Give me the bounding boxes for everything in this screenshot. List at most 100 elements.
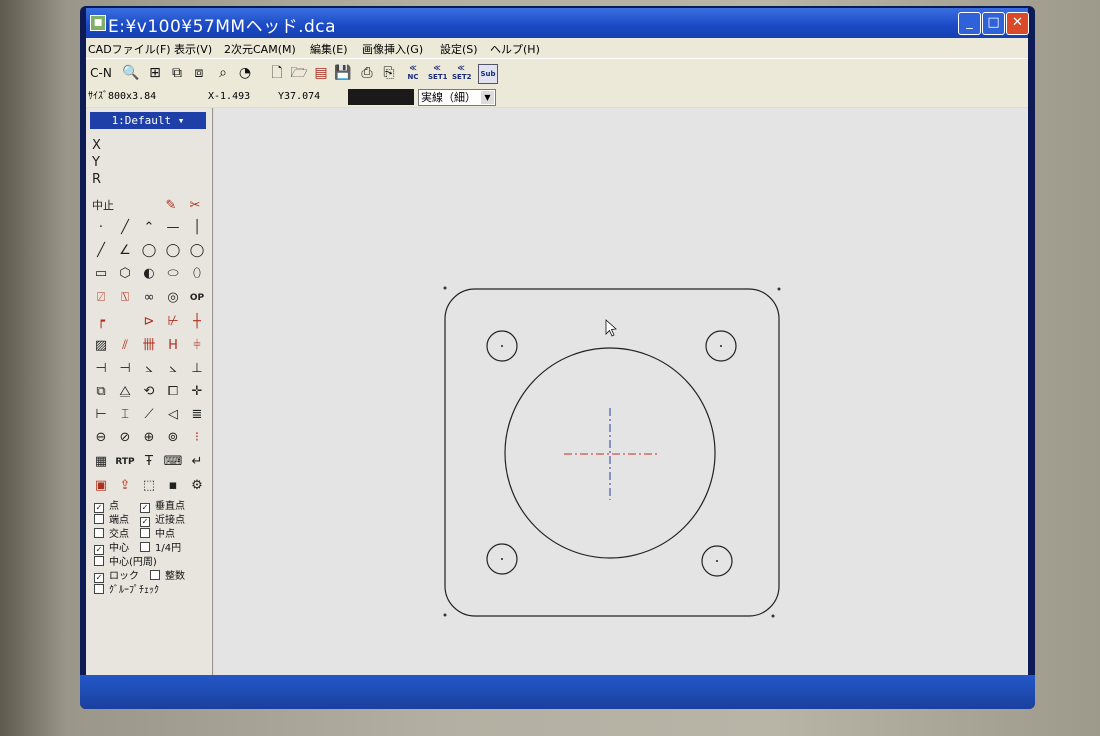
menu-help[interactable]: ヘルプ(H): [490, 41, 540, 57]
pan-button[interactable]: ⧈: [190, 64, 208, 82]
scissors-tool[interactable]: ✂: [184, 196, 206, 216]
line-type-select[interactable]: 実線（細） ▼: [418, 89, 496, 106]
trim-tool[interactable]: ┍: [90, 312, 112, 332]
break-tool[interactable]: ⊬: [162, 312, 184, 332]
snap-angle-tool[interactable]: ⦣: [138, 359, 160, 379]
snap-midpoint-option[interactable]: 中点: [140, 528, 175, 541]
grid-button[interactable]: ⊞: [146, 64, 164, 82]
snap-perpendicular-option[interactable]: ✓ 垂直点: [140, 500, 185, 513]
circle-3p-tool[interactable]: ◯: [162, 241, 184, 261]
mirror-tool[interactable]: ⧋: [114, 382, 136, 402]
snap-point-option[interactable]: ✓ 点: [94, 500, 119, 513]
snap-center-option[interactable]: ✓ 中心: [94, 542, 129, 555]
upload-tool[interactable]: ⇪: [114, 476, 136, 496]
close-button[interactable]: ✕: [1006, 12, 1029, 35]
cn-button[interactable]: C-N: [88, 64, 114, 82]
redraw-button[interactable]: ⌕: [214, 64, 232, 82]
angle-line-tool[interactable]: ╱: [90, 241, 112, 261]
text-edit-tool[interactable]: ⌨: [162, 452, 184, 472]
checkbox[interactable]: [140, 528, 150, 538]
checkbox[interactable]: ✓: [140, 503, 150, 513]
checkbox[interactable]: ✓: [94, 503, 104, 513]
snap-lock-option[interactable]: ✓ ロック: [94, 570, 139, 583]
angle-tool[interactable]: ∠: [114, 241, 136, 261]
checkbox[interactable]: [94, 584, 104, 594]
ellipse-arc-tool[interactable]: ⬯: [186, 264, 208, 284]
snap-center-circumference-option[interactable]: 中心(円周): [94, 556, 157, 569]
maximize-button[interactable]: □: [982, 12, 1005, 35]
open-file-button[interactable]: 🗁: [290, 64, 308, 82]
rotate-tool[interactable]: ⟲: [138, 382, 160, 402]
group-tool[interactable]: ▣: [90, 476, 112, 496]
offset-tool[interactable]: ∞: [138, 288, 160, 308]
menu-view[interactable]: 表示(V): [174, 41, 212, 57]
line-tool[interactable]: ╱: [114, 218, 136, 238]
minimize-button[interactable]: _: [958, 12, 981, 35]
rtp-button[interactable]: RTP: [114, 452, 136, 472]
dimension-v-tool[interactable]: H: [162, 336, 184, 356]
ellipse-tool[interactable]: ⬭: [162, 264, 184, 284]
save-button[interactable]: 💾: [334, 64, 352, 82]
checkbox[interactable]: ✓: [140, 517, 150, 527]
snap-intersection-option[interactable]: 交点: [94, 528, 129, 541]
query-list-tool[interactable]: ⁝: [186, 428, 208, 448]
circle-tangent-tool[interactable]: ◯: [186, 241, 208, 261]
print-button[interactable]: ⎙: [358, 64, 376, 82]
fillet-tool[interactable]: ⍁: [90, 288, 112, 308]
title-bar[interactable]: ■ E:¥v100¥57MMヘッド.dca _ □ ✕: [86, 8, 1029, 38]
polygon-tool[interactable]: ⬡: [114, 264, 136, 284]
calculator-tool[interactable]: ▦: [90, 452, 112, 472]
dimension-h-tool[interactable]: 卌: [138, 336, 160, 356]
hatch-tool[interactable]: ▨: [90, 336, 112, 356]
diameter-dim-tool[interactable]: ⊘: [114, 428, 136, 448]
zoom-button[interactable]: 🔍: [122, 64, 140, 82]
checkbox[interactable]: [94, 514, 104, 524]
extend-tool[interactable]: ⊳: [138, 312, 160, 332]
nc-button[interactable]: ≪ NC: [404, 64, 422, 82]
dimension-parallel-tool[interactable]: ⫩: [186, 336, 208, 356]
dim-horizontal-tool[interactable]: ⊢: [90, 405, 112, 425]
new-file-button[interactable]: 🗋: [268, 64, 286, 82]
layer-tool[interactable]: ⬚: [138, 476, 160, 496]
concentric-tool[interactable]: ◎: [162, 288, 184, 308]
measure-button[interactable]: ◔: [236, 64, 254, 82]
dim-slope-tool[interactable]: ⟋: [138, 405, 160, 425]
stop-button[interactable]: 中止: [90, 196, 116, 216]
print-preview-button[interactable]: ⎘: [380, 64, 398, 82]
checkbox[interactable]: [94, 556, 104, 566]
move-tool[interactable]: ✛: [186, 382, 208, 402]
checkbox[interactable]: ✓: [94, 573, 104, 583]
color-select[interactable]: [348, 89, 414, 105]
dim-angle-tool[interactable]: ◁: [162, 405, 184, 425]
menu-edit[interactable]: 編集(E): [310, 41, 348, 57]
center-mark-tool[interactable]: ⊕: [138, 428, 160, 448]
chamfer-tool[interactable]: ⍂: [114, 288, 136, 308]
snap-angle2-tool[interactable]: ⦣: [162, 359, 184, 379]
set1-button[interactable]: ≪ SET1: [428, 64, 447, 82]
menu-cad-file[interactable]: CADファイル(F): [88, 41, 171, 57]
menu-settings[interactable]: 設定(S): [440, 41, 478, 57]
properties-tool[interactable]: ⚙: [186, 476, 208, 496]
text-tool[interactable]: Ŧ: [138, 452, 160, 472]
snap-nearest-option[interactable]: ✓ 近接点: [140, 514, 185, 527]
snap-integer-option[interactable]: 整数: [150, 570, 185, 583]
checkbox[interactable]: [150, 570, 160, 580]
set2-button[interactable]: ≪ SET2: [452, 64, 471, 82]
point-tool[interactable]: ·: [90, 218, 112, 238]
scale-tool[interactable]: ⧠: [162, 382, 184, 402]
drawing-canvas[interactable]: [214, 108, 1028, 675]
eraser-tool[interactable]: ✎: [160, 196, 182, 216]
window-zoom-button[interactable]: ⧉: [168, 64, 186, 82]
op-button[interactable]: OP: [186, 288, 208, 308]
dim-vertical-tool[interactable]: ⌶: [114, 405, 136, 425]
horizontal-line-tool[interactable]: —: [162, 218, 184, 238]
chevron-down-icon[interactable]: ▼: [481, 91, 494, 104]
rectangle-tool[interactable]: ▭: [90, 264, 112, 284]
menu-image-insert[interactable]: 画像挿入(G): [362, 41, 423, 57]
parallel-tool[interactable]: ⫽: [114, 336, 136, 356]
vertical-line-tool[interactable]: │: [186, 218, 208, 238]
checkbox[interactable]: [94, 528, 104, 538]
layer-select[interactable]: 1:Default ▾: [90, 112, 206, 129]
group-check-option[interactable]: ｸﾞﾙｰﾌﾟﾁｪｯｸ: [94, 584, 159, 597]
import-button[interactable]: ▤: [312, 64, 330, 82]
